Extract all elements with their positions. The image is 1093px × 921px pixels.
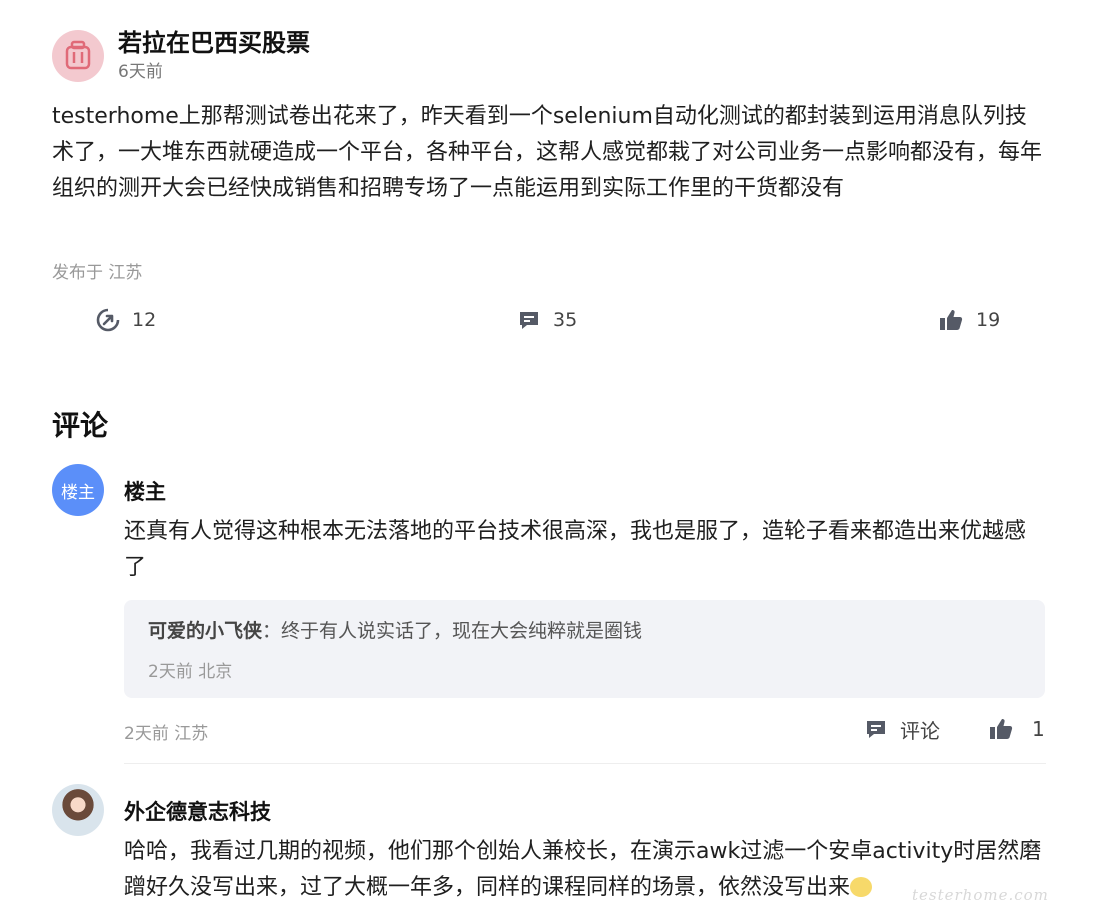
like-button[interactable]: 19 [938, 308, 1000, 332]
comment-item: 外企德意志科技 哈哈，我看过几期的视频，他们那个创始人兼校长，在演示awk过滤一… [52, 784, 1046, 921]
post-time: 6天前 [118, 62, 163, 82]
reply-separator: ： [262, 620, 282, 642]
smile-emoji-icon [850, 877, 873, 897]
post-location: 发布于 江苏 [52, 263, 143, 283]
comment-text-content: 哈哈，我看过几期的视频，他们那个创始人兼校长，在演示awk过滤一个安卓activ… [124, 839, 1042, 900]
reply-author[interactable]: 可爱的小飞侠 [148, 620, 262, 642]
reply-line: 可爱的小飞侠：终于有人说实话了，现在大会纯粹就是圈钱 [148, 616, 642, 643]
reply-box[interactable]: 可爱的小飞侠：终于有人说实话了，现在大会纯粹就是圈钱 2天前 北京 [124, 600, 1045, 698]
author-name[interactable]: 若拉在巴西买股票 [118, 28, 310, 58]
suitcase-icon [65, 40, 91, 70]
comment-like-count: 1 [1032, 717, 1045, 741]
reply-meta: 2天前 北京 [148, 662, 233, 682]
like-count: 19 [976, 309, 1001, 331]
thumbs-up-icon [940, 310, 963, 330]
post-action-bar: 12 35 19 [0, 308, 1093, 340]
comment-divider [124, 763, 1046, 764]
comment-text: 还真有人觉得这种根本无法落地的平台技术很高深，我也是服了，造轮子看来都造出来优越… [124, 519, 1027, 580]
author-block: 若拉在巴西买股票 6天前 [118, 28, 310, 84]
comment-count: 35 [553, 309, 578, 331]
reply-button-label: 评论 [900, 718, 940, 743]
comment-author[interactable]: 外企德意志科技 [124, 796, 271, 826]
thumbs-up-icon [990, 719, 1013, 739]
watermark: testerhome.com [912, 886, 1049, 904]
user-avatar[interactable] [52, 784, 104, 836]
comment-icon [520, 312, 538, 329]
forward-icon [96, 308, 120, 332]
post-content: testerhome上那帮测试卷出花来了，昨天看到一个selenium自动化测试… [52, 104, 1043, 201]
comment-like-button[interactable]: 1 [988, 715, 1045, 743]
post-header: 若拉在巴西买股票 6天前 [52, 28, 310, 84]
reply-button[interactable]: 评论 [864, 715, 940, 743]
comment-text: 哈哈，我看过几期的视频，他们那个创始人兼校长，在演示awk过滤一个安卓activ… [124, 834, 1044, 906]
comment-author[interactable]: 楼主 [124, 476, 166, 506]
comment-button[interactable]: 35 [517, 308, 577, 332]
host-avatar[interactable]: 楼主 [52, 464, 104, 516]
forward-button[interactable]: 12 [96, 308, 156, 332]
comments-section-title: 评论 [52, 409, 109, 442]
author-avatar[interactable] [52, 30, 104, 82]
forward-count: 12 [132, 309, 157, 331]
comment-icon [867, 721, 885, 738]
comment-meta: 2天前 江苏 [124, 724, 209, 744]
reply-text: 终于有人说实话了，现在大会纯粹就是圈钱 [281, 620, 643, 642]
comment-item: 楼主 楼主 还真有人觉得这种根本无法落地的平台技术很高深，我也是服了，造轮子看来… [52, 464, 1046, 754]
